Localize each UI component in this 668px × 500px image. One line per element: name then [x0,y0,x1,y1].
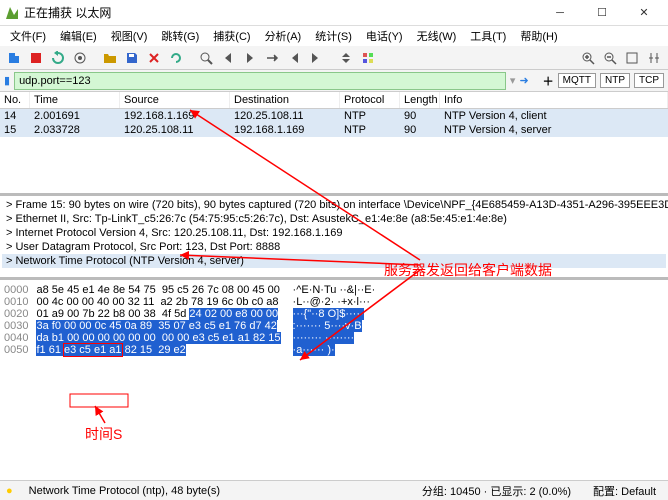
statusbar: ● Network Time Protocol (ntp), 48 byte(s… [0,480,668,500]
status-description: Network Time Protocol (ntp), 48 byte(s) [23,485,226,497]
status-packets: 分组: 10450 · 已显示: 2 (0.0%) [416,483,577,499]
resize-columns-icon[interactable] [644,48,664,68]
detail-ethernet[interactable]: > Ethernet II, Src: Tp-LinkT_c5:26:7c (5… [2,212,666,226]
filter-add-icon[interactable]: ＋ [543,73,554,89]
goto-icon[interactable] [262,48,282,68]
titlebar: 正在捕获 以太网 ─ ☐ ✕ [0,0,668,26]
detail-ip[interactable]: > Internet Protocol Version 4, Src: 120.… [2,226,666,240]
display-filter-input[interactable] [14,72,506,90]
open-icon[interactable] [100,48,120,68]
save-icon[interactable] [122,48,142,68]
detail-udp[interactable]: > User Datagram Protocol, Src Port: 123,… [2,240,666,254]
menubar: 文件(F) 编辑(E) 视图(V) 跳转(G) 捕获(C) 分析(A) 统计(S… [0,26,668,46]
status-profile[interactable]: 配置: Default [587,483,662,499]
annotation-time-s: 时间S [85,424,122,444]
app-icon [4,5,20,21]
maximize-button[interactable]: ☐ [582,2,622,24]
stop-capture-icon[interactable] [26,48,46,68]
menu-statistics[interactable]: 统计(S) [309,26,358,46]
col-info[interactable]: Info [440,92,668,108]
menu-file[interactable]: 文件(F) [4,26,52,46]
first-icon[interactable] [284,48,304,68]
detail-ntp[interactable]: > Network Time Protocol (NTP Version 4, … [2,254,666,268]
menu-view[interactable]: 视图(V) [105,26,154,46]
colorize-icon[interactable] [358,48,378,68]
menu-tools[interactable]: 工具(T) [464,26,512,46]
prev-icon[interactable] [218,48,238,68]
filter-chip-ntp[interactable]: NTP [600,73,630,88]
menu-go[interactable]: 跳转(G) [155,26,205,46]
hex-bytes: a8 5e 45 e1 4e 8e 54 75 95 c5 26 7c 08 0… [36,284,280,366]
reload-icon[interactable] [166,48,186,68]
start-capture-icon[interactable] [4,48,24,68]
packet-row[interactable]: 15 2.033728 120.25.108.11 192.168.1.169 … [0,123,668,137]
filter-apply-icon[interactable]: ➜ [519,74,528,87]
zoom-reset-icon[interactable] [622,48,642,68]
close-file-icon[interactable] [144,48,164,68]
col-length[interactable]: Length [400,92,440,108]
menu-capture[interactable]: 捕获(C) [207,26,256,46]
zoom-out-icon[interactable] [600,48,620,68]
col-time[interactable]: Time [30,92,120,108]
hex-offsets: 0000 0010 0020 0030 0040 0050 [4,284,28,366]
packet-row[interactable]: 14 2.001691 192.168.1.169 120.25.108.11 … [0,109,668,123]
packet-list[interactable]: No. Time Source Destination Protocol Len… [0,92,668,196]
filter-chip-mqtt[interactable]: MQTT [558,73,596,88]
minimize-button[interactable]: ─ [540,2,580,24]
menu-wireless[interactable]: 无线(W) [411,26,463,46]
packet-list-header: No. Time Source Destination Protocol Len… [0,92,668,109]
menu-edit[interactable]: 编辑(E) [54,26,103,46]
menu-telephony[interactable]: 电话(Y) [360,26,409,46]
filter-bar: ▮ ▾ ➜ ＋ MQTT NTP TCP [0,70,668,92]
next-icon[interactable] [240,48,260,68]
find-icon[interactable] [196,48,216,68]
menu-help[interactable]: 帮助(H) [514,26,563,46]
close-button[interactable]: ✕ [624,2,664,24]
col-protocol[interactable]: Protocol [340,92,400,108]
packet-bytes[interactable]: 0000 0010 0020 0030 0040 0050 a8 5e 45 e… [0,280,668,370]
filter-chip-tcp[interactable]: TCP [634,73,664,88]
col-no[interactable]: No. [0,92,30,108]
options-icon[interactable] [70,48,90,68]
col-destination[interactable]: Destination [230,92,340,108]
toolbar [0,46,668,70]
window-title: 正在捕获 以太网 [24,4,540,21]
restart-capture-icon[interactable] [48,48,68,68]
col-source[interactable]: Source [120,92,230,108]
hex-ascii: ·^E·N·Tu ··&|··E··L··@·2· ·+x·l······{"·… [293,284,376,366]
detail-frame[interactable]: > Frame 15: 90 bytes on wire (720 bits),… [2,198,666,212]
last-icon[interactable] [306,48,326,68]
status-indicator-icon: ● [6,485,13,497]
menu-analyze[interactable]: 分析(A) [259,26,308,46]
autoscroll-icon[interactable] [336,48,356,68]
packet-details[interactable]: > Frame 15: 90 bytes on wire (720 bits),… [0,196,668,280]
filter-bookmark-icon[interactable]: ▮ [4,74,10,87]
zoom-in-icon[interactable] [578,48,598,68]
filter-clear-icon[interactable]: ▾ [510,74,516,87]
